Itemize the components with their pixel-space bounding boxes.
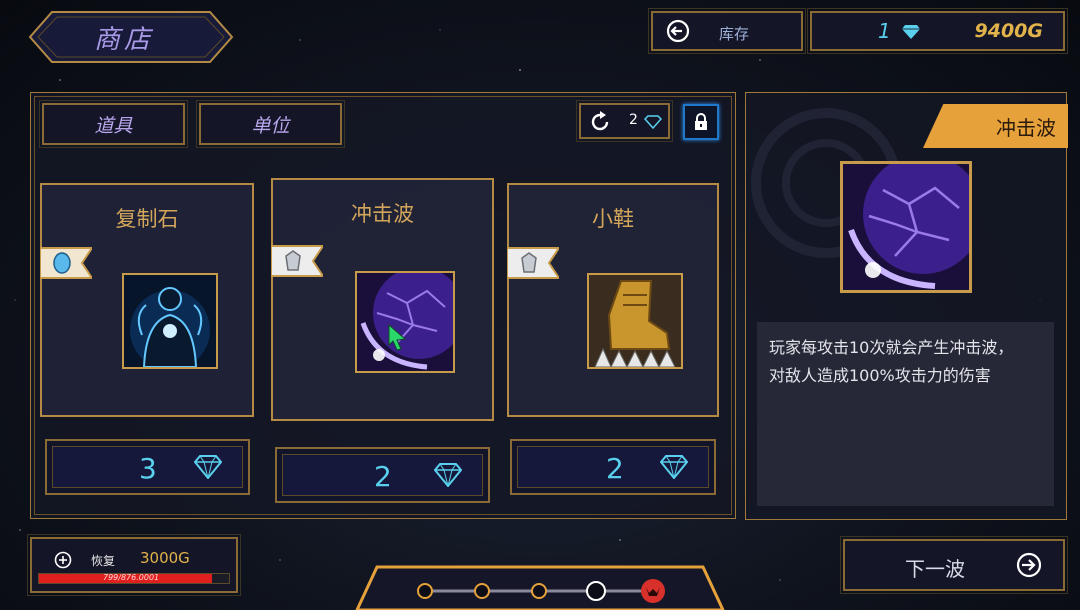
restore-cost: 3000G	[140, 549, 190, 567]
wave-node	[417, 583, 433, 599]
item-card-shockwave[interactable]: 冲击波	[271, 178, 494, 421]
wave-progress-track	[355, 565, 725, 610]
buy-button-small-shoes[interactable]: 2	[510, 439, 716, 495]
wave-node	[474, 583, 490, 599]
tab-items[interactable]: 道具	[39, 100, 188, 148]
boot-icon	[587, 273, 683, 369]
tier-badge-silver	[507, 247, 559, 279]
buy-button-copy-stone[interactable]: 3	[45, 439, 250, 495]
tier-badge-blue	[40, 247, 92, 279]
gem-count: 1	[878, 19, 891, 43]
gem-icon	[434, 463, 462, 487]
plus-circle-icon	[54, 551, 72, 569]
hp-text: 799/876.0001	[103, 573, 160, 582]
price-value: 2	[606, 452, 624, 485]
buy-button-shockwave[interactable]: 2	[275, 447, 490, 503]
item-card-copy-stone[interactable]: 复制石	[40, 183, 254, 417]
item-card-small-shoes[interactable]: 小鞋	[507, 183, 719, 417]
shockwave-icon	[355, 271, 455, 373]
lock-icon	[695, 113, 707, 130]
boot-art	[589, 275, 681, 367]
tab-units[interactable]: 单位	[196, 100, 345, 148]
hp-bar: 799/876.0001	[38, 573, 230, 584]
next-wave-button[interactable]: 下一波	[840, 536, 1068, 594]
shockwave-large-art	[843, 164, 969, 290]
restore-label: 恢复	[91, 554, 116, 568]
price-value: 2	[374, 460, 392, 493]
shockwave-art	[357, 273, 453, 371]
shockwave-icon	[840, 161, 972, 293]
next-wave-label: 下一波	[905, 557, 965, 581]
ghost-figure-art	[124, 275, 216, 367]
lock-button[interactable]	[683, 104, 719, 140]
inventory-label: 库存	[719, 25, 750, 43]
shop-title-banner: 商店	[28, 10, 234, 64]
description-line-1: 玩家每攻击10次就会产生冲击波，	[769, 338, 1014, 357]
detail-item-name: 冲击波	[923, 104, 1068, 148]
refresh-cost: 2	[629, 112, 638, 128]
inventory-button[interactable]: 库存	[648, 8, 806, 54]
gem-icon	[902, 25, 920, 39]
item-name: 小鞋	[592, 207, 634, 231]
price-value: 3	[139, 452, 157, 485]
tab-items-label: 道具	[94, 114, 133, 137]
currency-display: 1 9400G	[807, 8, 1068, 54]
refresh-icon	[591, 111, 609, 131]
enter-arrow-icon	[1016, 552, 1042, 578]
gem-icon	[644, 115, 662, 129]
wave-node	[531, 583, 547, 599]
gem-icon	[660, 455, 688, 479]
description-line-2: 对敌人造成100%攻击力的伤害	[769, 366, 991, 385]
item-name: 冲击波	[351, 202, 414, 226]
current-wave-node	[586, 581, 606, 601]
ghost-figure-icon	[122, 273, 218, 369]
restore-health-button[interactable]: 恢复 3000G 799/876.0001	[27, 534, 241, 596]
tab-units-label: 单位	[251, 114, 290, 137]
wave-progress	[355, 563, 725, 610]
detail-name-text: 冲击波	[996, 115, 1056, 140]
page-title: 商店	[94, 24, 155, 55]
tier-badge-silver	[271, 245, 323, 277]
item-description: 玩家每攻击10次就会产生冲击波， 对敌人造成100%攻击力的伤害	[757, 322, 1054, 506]
item-name: 复制石	[115, 207, 179, 231]
gold-amount: 9400G	[974, 20, 1043, 42]
exit-arrow-icon	[666, 19, 690, 43]
refresh-button[interactable]: 2	[576, 100, 673, 142]
gem-icon	[194, 455, 222, 479]
